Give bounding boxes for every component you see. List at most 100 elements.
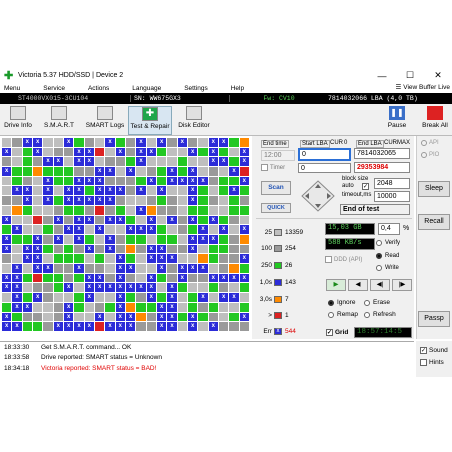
scan-block bbox=[74, 302, 84, 312]
device-bar[interactable]: ST4000VX015-3CU104 SN: WW675GX3 Fw: CV10… bbox=[0, 93, 452, 104]
counter-tag: 3,0s bbox=[259, 296, 272, 303]
log-panel[interactable]: 18:33:30 Get S.M.A.R.T. command... OK 18:3… bbox=[0, 341, 414, 377]
radio-icon bbox=[364, 299, 370, 306]
end-of-test-select[interactable]: End of test bbox=[340, 204, 410, 215]
scan-block bbox=[136, 273, 146, 283]
end-max-button[interactable]: MAX bbox=[397, 140, 410, 146]
read-radio[interactable]: Read bbox=[376, 253, 399, 259]
scan-block: x bbox=[136, 138, 146, 147]
end-cur-button[interactable]: CUR bbox=[384, 140, 397, 146]
scan-block: x bbox=[146, 254, 156, 264]
counter-swatch bbox=[274, 245, 282, 252]
sound-checkbox[interactable]: ✓ Sound bbox=[420, 347, 448, 354]
passp-button[interactable]: Passp bbox=[418, 311, 450, 327]
menu-actions[interactable]: Actions bbox=[88, 85, 109, 92]
grid-checkbox[interactable]: ✓ Grid bbox=[326, 329, 348, 336]
scan-button[interactable]: Scan bbox=[261, 181, 291, 195]
scan-block: x bbox=[146, 147, 156, 157]
scan-block bbox=[43, 138, 53, 147]
scan-block bbox=[187, 302, 198, 312]
drive-info-button[interactable]: Drive Info bbox=[2, 106, 34, 135]
auto-checkbox[interactable]: ✓ bbox=[362, 183, 369, 190]
scan-block bbox=[136, 302, 146, 312]
block-size-select[interactable]: 2048 bbox=[374, 178, 410, 189]
end-time-input[interactable]: 12:00 bbox=[261, 150, 295, 161]
view-buffer-live[interactable]: ☰ View Buffer Live bbox=[395, 83, 450, 92]
play-button[interactable]: ▶ bbox=[326, 279, 346, 291]
ignore-radio[interactable]: Ignore bbox=[328, 299, 355, 306]
close-button[interactable]: ✕ bbox=[424, 70, 452, 81]
test-repair-button[interactable]: ✚ Test & Repair bbox=[128, 106, 172, 135]
scan-block: x bbox=[187, 176, 198, 186]
start-lba-input[interactable]: 0 bbox=[298, 148, 351, 161]
scan-block bbox=[22, 205, 32, 215]
end-lba-input[interactable]: 7814032065 bbox=[354, 148, 410, 159]
scan-block: x bbox=[2, 244, 12, 254]
minimize-button[interactable]: — bbox=[368, 71, 396, 81]
scan-block bbox=[229, 196, 239, 205]
direction-pad[interactable] bbox=[300, 179, 336, 213]
timeout-select[interactable]: 10000 bbox=[374, 191, 410, 202]
scan-block bbox=[187, 283, 198, 293]
verify-radio[interactable]: Verify bbox=[376, 240, 400, 246]
sleep-button[interactable]: Sleep bbox=[418, 181, 450, 197]
break-all-button[interactable]: Break All bbox=[420, 106, 450, 135]
recall-button[interactable]: Recall bbox=[418, 214, 450, 230]
scan-block: x bbox=[229, 273, 239, 283]
counter-value: 544 bbox=[285, 328, 296, 335]
rewind-button[interactable]: ◀ bbox=[348, 279, 368, 291]
scan-block: x bbox=[187, 312, 198, 322]
skip-forward-button[interactable]: |▶ bbox=[392, 279, 412, 291]
scan-block bbox=[22, 312, 32, 322]
quick-button[interactable]: QUICK bbox=[261, 203, 291, 213]
erase-radio[interactable]: Erase bbox=[364, 299, 390, 306]
api-radio[interactable]: API bbox=[421, 140, 439, 146]
scan-block bbox=[229, 244, 239, 254]
scan-block bbox=[156, 293, 167, 302]
timer-checkbox[interactable]: Timer bbox=[261, 164, 285, 171]
scan-block: x bbox=[22, 244, 32, 254]
scan-block bbox=[12, 138, 22, 147]
start-cur-button[interactable]: CUR bbox=[330, 140, 343, 146]
counter-tag: 25 bbox=[264, 229, 272, 236]
scan-block: x bbox=[167, 215, 177, 225]
menu-menu[interactable]: Menu bbox=[4, 85, 20, 92]
menu-language[interactable]: Language bbox=[132, 85, 161, 92]
smart-logs-button[interactable]: SMART Logs bbox=[84, 106, 126, 135]
scan-grid: xxxxxxxxxxxxxxxxxxxxxxxxxxxxxxxxxxxxxxxx… bbox=[2, 138, 249, 331]
smart-button[interactable]: S.M.A.R.T bbox=[42, 106, 76, 135]
counter-value: 26 bbox=[285, 262, 293, 269]
pause-button[interactable]: ❚❚ Pause bbox=[382, 106, 412, 135]
write-radio[interactable]: Write bbox=[376, 265, 399, 271]
disk-editor-button[interactable]: Disk Editor bbox=[176, 106, 212, 135]
skip-back-button[interactable]: ◀| bbox=[370, 279, 390, 291]
hints-checkbox[interactable]: Hints bbox=[420, 359, 444, 366]
scan-block bbox=[156, 215, 167, 225]
menu-service[interactable]: Service bbox=[43, 85, 65, 92]
maximize-button[interactable]: ☐ bbox=[396, 70, 424, 81]
start-zero-button[interactable]: 0 bbox=[344, 140, 347, 146]
scan-block bbox=[22, 234, 32, 244]
scan-block: x bbox=[94, 196, 105, 205]
remap-radio[interactable]: Remap bbox=[328, 311, 358, 318]
scan-block bbox=[167, 205, 177, 215]
menu-help[interactable]: Help bbox=[231, 85, 244, 92]
pio-radio[interactable]: PIO bbox=[421, 152, 439, 158]
timer-input[interactable]: 0 bbox=[298, 163, 351, 173]
scan-block bbox=[63, 147, 74, 157]
scan-block: x bbox=[84, 157, 94, 167]
scan-block: x bbox=[12, 302, 22, 312]
scan-block: x bbox=[63, 322, 74, 331]
radio-icon bbox=[421, 152, 427, 158]
scan-block: x bbox=[187, 167, 198, 176]
scan-block bbox=[115, 234, 125, 244]
menu-settings[interactable]: Settings bbox=[184, 85, 208, 92]
scan-block bbox=[156, 225, 167, 234]
counter-swatch bbox=[274, 229, 282, 236]
scan-block bbox=[208, 225, 218, 234]
refresh-radio[interactable]: Refresh bbox=[364, 311, 396, 318]
scan-block bbox=[146, 205, 156, 215]
ddd-api-checkbox[interactable]: DDD (API) bbox=[325, 256, 362, 263]
break-all-icon bbox=[427, 106, 443, 120]
scan-block bbox=[198, 215, 208, 225]
